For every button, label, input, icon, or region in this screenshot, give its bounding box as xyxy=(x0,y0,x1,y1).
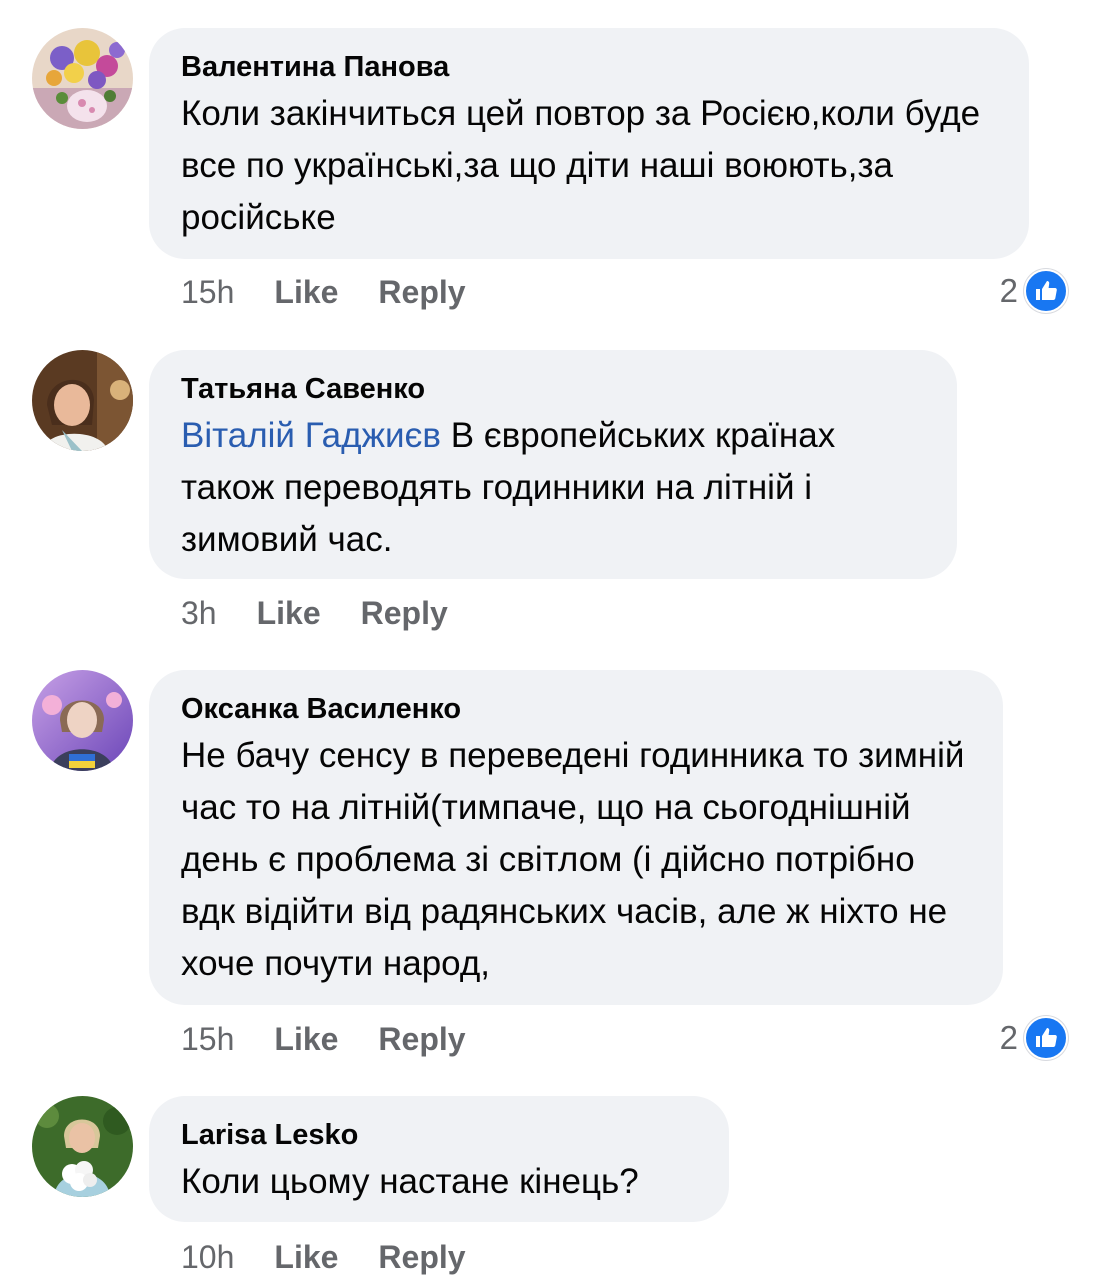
reaction-summary[interactable]: 2 xyxy=(999,269,1068,313)
comment-author[interactable]: Валентина Панова xyxy=(181,50,997,84)
mention-link[interactable]: Віталій Гаджиєв xyxy=(181,416,441,455)
comment-text: Коли цьому настане кінець? xyxy=(181,1162,639,1201)
like-button[interactable]: Like xyxy=(257,595,321,631)
avatar[interactable] xyxy=(32,1096,133,1197)
avatar[interactable] xyxy=(32,350,133,451)
comment-time[interactable]: 3h xyxy=(181,595,217,631)
reaction-summary[interactable]: 2 xyxy=(999,1016,1068,1060)
comment-actions: 15h Like Reply xyxy=(181,1019,466,1059)
comment-bubble: Валентина Панова Коли закінчиться цей по… xyxy=(149,28,1029,259)
woman-ukraine-flag-avatar-image xyxy=(32,670,133,771)
comment-time[interactable]: 15h xyxy=(181,1021,234,1057)
comment-bubble: Татьяна Савенко Віталій Гаджиєв В європе… xyxy=(149,350,957,579)
reply-button[interactable]: Reply xyxy=(361,595,448,631)
thumbs-up-icon xyxy=(1024,1016,1068,1060)
comment-bubble: Larisa Lesko Коли цьому настане кінець? xyxy=(149,1096,729,1222)
reply-button[interactable]: Reply xyxy=(378,274,465,310)
comment-text: Не бачу сенсу в переведені годинника то … xyxy=(181,736,965,983)
reaction-count: 2 xyxy=(999,272,1018,309)
woman-flowers-avatar-image xyxy=(32,1096,133,1197)
comment-actions: 3h Like Reply xyxy=(181,593,448,633)
like-button[interactable]: Like xyxy=(274,274,338,310)
comment-author[interactable]: Larisa Lesko xyxy=(181,1118,697,1152)
reply-button[interactable]: Reply xyxy=(378,1239,465,1275)
comment-time[interactable]: 10h xyxy=(181,1239,234,1275)
like-button[interactable]: Like xyxy=(274,1239,338,1275)
comment-author[interactable]: Оксанка Василенко xyxy=(181,692,971,726)
like-button[interactable]: Like xyxy=(274,1021,338,1057)
comment-actions: 10h Like Reply xyxy=(181,1237,466,1277)
comment-text: Коли закінчиться цей повтор за Росією,ко… xyxy=(181,94,981,237)
comment-text: Віталій Гаджиєв В європейських країнах т… xyxy=(181,410,925,566)
woman-avatar-image xyxy=(32,350,133,451)
reaction-count: 2 xyxy=(999,1019,1018,1056)
comment-author[interactable]: Татьяна Савенко xyxy=(181,372,925,406)
comment-bubble: Оксанка Василенко Не бачу сенсу в переве… xyxy=(149,670,1003,1005)
comment-time[interactable]: 15h xyxy=(181,274,234,310)
reply-button[interactable]: Reply xyxy=(378,1021,465,1057)
thumbs-up-icon xyxy=(1024,269,1068,313)
avatar[interactable] xyxy=(32,670,133,771)
flowers-avatar-image xyxy=(32,28,133,129)
avatar[interactable] xyxy=(32,28,133,129)
comment-actions: 15h Like Reply xyxy=(181,272,466,312)
